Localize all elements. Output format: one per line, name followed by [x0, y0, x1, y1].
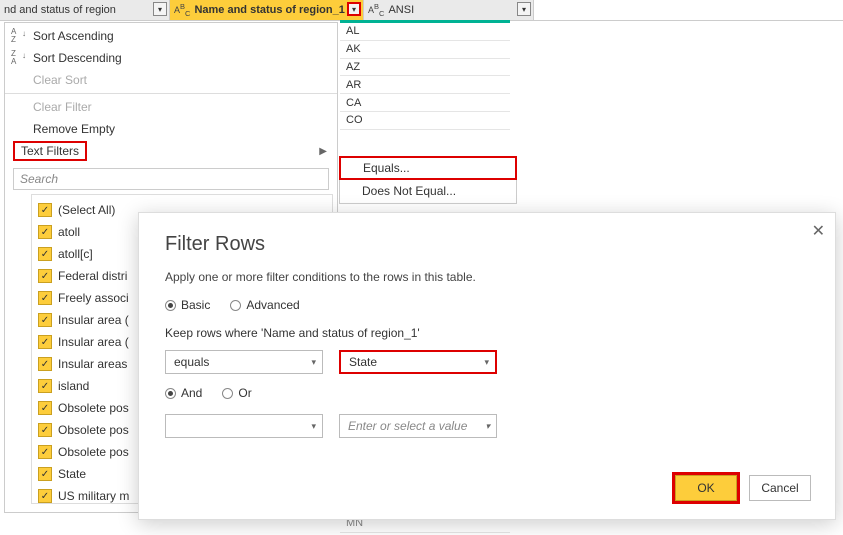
dropdown-icon[interactable]: ▾: [153, 2, 167, 16]
separator: [5, 93, 337, 94]
checkbox-icon[interactable]: ✓: [38, 489, 52, 503]
keep-where-text: Keep rows where 'Name and status of regi…: [165, 326, 809, 340]
mode-radios: Basic Advanced: [165, 298, 809, 312]
abc-type-icon: ABC: [174, 2, 190, 18]
checkbox-icon[interactable]: ✓: [38, 203, 52, 217]
radio-on-icon: [165, 388, 176, 399]
advanced-radio[interactable]: Advanced: [230, 298, 299, 312]
sort-desc-icon: ZA↓: [11, 50, 16, 66]
chevron-down-icon: ▾: [311, 357, 316, 368]
text-filters-item[interactable]: Text Filters ▶: [5, 140, 337, 162]
checkbox-icon[interactable]: ✓: [38, 225, 52, 239]
cell[interactable]: AL: [340, 23, 510, 41]
does-not-equal-item[interactable]: Does Not Equal...: [340, 179, 516, 203]
value-select[interactable]: State▾: [339, 350, 497, 374]
clear-sort-item: Clear Sort: [5, 69, 337, 91]
operator-select[interactable]: equals▾: [165, 350, 323, 374]
abc-type-icon: ABC: [368, 2, 384, 18]
checkbox-icon[interactable]: ✓: [38, 467, 52, 481]
sort-descending-item[interactable]: ZA↓ Sort Descending: [5, 47, 337, 69]
checkbox-icon[interactable]: ✓: [38, 291, 52, 305]
dialog-title: Filter Rows: [165, 233, 809, 256]
remove-empty-item[interactable]: Remove Empty: [5, 118, 337, 140]
cancel-button[interactable]: Cancel: [749, 475, 811, 501]
checkbox-icon[interactable]: ✓: [38, 247, 52, 261]
column-label: ANSI: [388, 4, 414, 16]
operator2-select[interactable]: ▾: [165, 414, 323, 438]
dropdown-icon[interactable]: ▾: [517, 2, 531, 16]
and-radio[interactable]: And: [165, 386, 202, 400]
search-input[interactable]: Search: [13, 168, 329, 190]
chevron-right-icon: ▶: [319, 146, 327, 157]
text-filters-submenu: Equals... Does Not Equal...: [339, 156, 517, 204]
dialog-description: Apply one or more filter conditions to t…: [165, 270, 809, 284]
basic-radio[interactable]: Basic: [165, 298, 210, 312]
equals-item[interactable]: Equals...: [339, 156, 517, 180]
value2-select[interactable]: Enter or select a value▾: [339, 414, 497, 438]
dropdown-icon[interactable]: ▾: [347, 2, 361, 16]
cell[interactable]: AK: [340, 41, 510, 59]
logic-radios: And Or: [165, 386, 809, 400]
column-header-region-status[interactable]: nd and status of region ▾: [0, 0, 170, 20]
checkbox-icon[interactable]: ✓: [38, 401, 52, 415]
chevron-down-icon: ▾: [311, 421, 316, 432]
column-header-region-status-1[interactable]: ABC Name and status of region_1 ▾: [170, 0, 364, 20]
chevron-down-icon: ▾: [484, 357, 489, 368]
cell[interactable]: CO: [340, 112, 510, 130]
close-icon[interactable]: ✕: [812, 221, 825, 241]
sort-ascending-item[interactable]: AZ↓ Sort Ascending: [5, 25, 337, 47]
radio-off-icon: [230, 300, 241, 311]
cell[interactable]: AZ: [340, 59, 510, 77]
chevron-down-icon: ▾: [485, 421, 490, 432]
clear-filter-item: Clear Filter: [5, 96, 337, 118]
column-header-ansi[interactable]: ABC ANSI ▾: [364, 0, 534, 20]
radio-off-icon: [222, 388, 233, 399]
radio-on-icon: [165, 300, 176, 311]
checkbox-icon[interactable]: ✓: [38, 313, 52, 327]
ansi-column-cells: AL AK AZ AR CA CO: [340, 20, 510, 130]
checkbox-icon[interactable]: ✓: [38, 269, 52, 283]
checkbox-icon[interactable]: ✓: [38, 379, 52, 393]
cell[interactable]: CA: [340, 94, 510, 112]
column-label: nd and status of region: [4, 4, 116, 16]
sort-asc-icon: AZ↓: [11, 28, 16, 44]
ok-button[interactable]: OK: [675, 475, 737, 501]
checkbox-icon[interactable]: ✓: [38, 423, 52, 437]
or-radio[interactable]: Or: [222, 386, 251, 400]
checkbox-icon[interactable]: ✓: [38, 445, 52, 459]
checkbox-icon[interactable]: ✓: [38, 357, 52, 371]
cell[interactable]: AR: [340, 76, 510, 94]
checkbox-icon[interactable]: ✓: [38, 335, 52, 349]
filter-rows-dialog: ✕ Filter Rows Apply one or more filter c…: [138, 212, 836, 520]
column-label: Name and status of region_1: [194, 4, 344, 16]
